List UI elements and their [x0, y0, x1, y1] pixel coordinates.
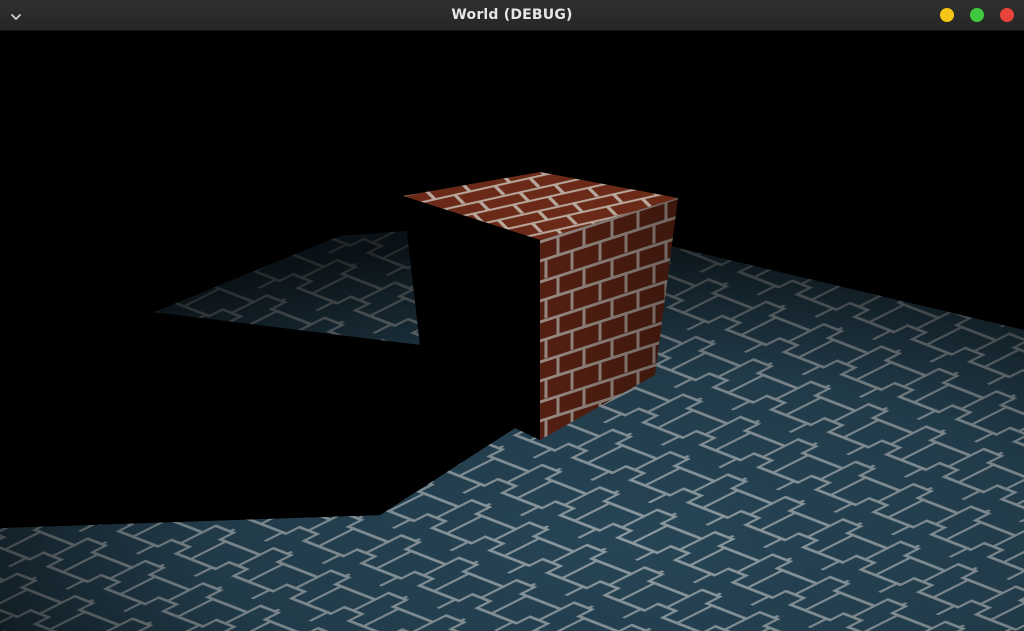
maximize-button[interactable]	[970, 8, 984, 22]
close-button[interactable]	[1000, 8, 1014, 22]
title-bar[interactable]: World (DEBUG)	[0, 0, 1024, 31]
render-viewport[interactable]	[0, 31, 1024, 631]
minimize-button[interactable]	[940, 8, 954, 22]
scene-canvas	[0, 31, 1024, 631]
window-title: World (DEBUG)	[451, 7, 573, 23]
app-window: World (DEBUG)	[0, 0, 1024, 631]
